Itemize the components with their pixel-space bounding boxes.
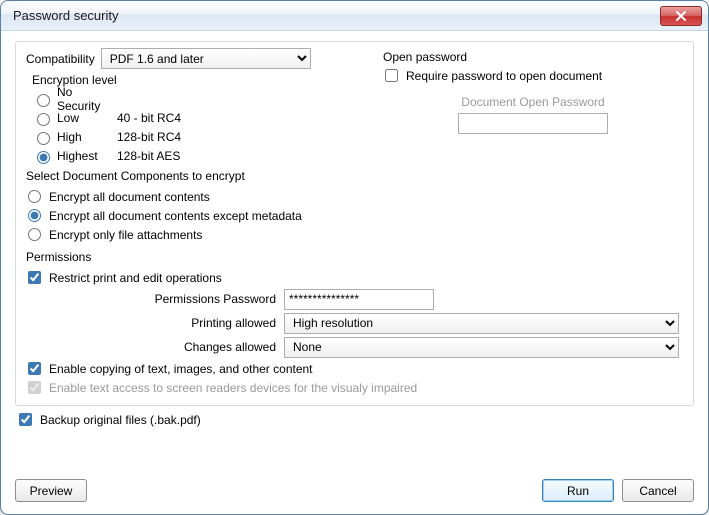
encryption-option-label: Low xyxy=(57,111,113,125)
printing-allowed-select[interactable]: High resolution xyxy=(284,313,679,334)
backup-label: Backup original files (.bak.pdf) xyxy=(40,413,201,427)
main-panel: Compatibility PDF 1.6 and later Encrypti… xyxy=(15,41,694,406)
dialog-body: Compatibility PDF 1.6 and later Encrypti… xyxy=(1,31,708,473)
window-title: Password security xyxy=(13,8,660,23)
close-button[interactable] xyxy=(660,6,702,26)
encryption-group: Encryption level No Security Low 40 - bi… xyxy=(26,71,373,165)
enable-access-label: Enable text access to screen readers dev… xyxy=(49,381,417,395)
encryption-radio-low[interactable] xyxy=(37,113,50,126)
components-option-label: Encrypt all document contents except met… xyxy=(49,209,302,223)
components-legend: Select Document Components to encrypt xyxy=(26,169,683,183)
require-open-password-label: Require password to open document xyxy=(406,69,602,83)
encryption-radio-high[interactable] xyxy=(37,132,50,145)
run-button[interactable]: Run xyxy=(542,479,614,502)
components-radio-all[interactable] xyxy=(28,190,41,203)
enable-access-checkbox xyxy=(28,381,41,394)
titlebar: Password security xyxy=(1,1,708,31)
encryption-option-detail: 40 - bit RC4 xyxy=(117,111,181,125)
compatibility-select[interactable]: PDF 1.6 and later xyxy=(101,48,311,69)
compatibility-label: Compatibility xyxy=(26,52,95,66)
cancel-button[interactable]: Cancel xyxy=(622,479,694,502)
changes-allowed-label: Changes allowed xyxy=(26,340,278,354)
printing-allowed-label: Printing allowed xyxy=(26,316,278,330)
dialog-window: Password security Compatibility PDF 1.6 … xyxy=(0,0,709,515)
changes-allowed-select[interactable]: None xyxy=(284,337,679,358)
open-password-legend: Open password xyxy=(383,50,683,64)
encryption-option-detail: 128-bit AES xyxy=(117,149,180,163)
open-password-input xyxy=(458,113,608,134)
permissions-password-label: Permissions Password xyxy=(26,292,278,306)
components-option-label: Encrypt all document contents xyxy=(49,190,210,204)
permissions-password-input[interactable] xyxy=(284,289,434,310)
encryption-radio-none[interactable] xyxy=(37,94,50,107)
components-option-label: Encrypt only file attachments xyxy=(49,228,202,242)
enable-copy-label: Enable copying of text, images, and othe… xyxy=(49,362,313,376)
encryption-option-label: Highest xyxy=(57,149,113,163)
components-radio-except-metadata[interactable] xyxy=(28,209,41,222)
encryption-radio-highest[interactable] xyxy=(37,151,50,164)
components-radio-attachments[interactable] xyxy=(28,228,41,241)
backup-checkbox[interactable] xyxy=(19,413,32,426)
close-icon xyxy=(676,11,686,21)
restrict-label: Restrict print and edit operations xyxy=(49,271,222,285)
preview-button[interactable]: Preview xyxy=(15,479,87,502)
open-password-field-label: Document Open Password xyxy=(383,95,683,109)
restrict-checkbox[interactable] xyxy=(28,271,41,284)
enable-copy-checkbox[interactable] xyxy=(28,362,41,375)
permissions-legend: Permissions xyxy=(26,250,683,264)
require-open-password-checkbox[interactable] xyxy=(385,69,398,82)
footer: Preview Run Cancel xyxy=(1,473,708,514)
encryption-option-detail: 128-bit RC4 xyxy=(117,130,181,144)
encryption-option-label: High xyxy=(57,130,113,144)
encryption-option-label: No Security xyxy=(57,85,113,113)
